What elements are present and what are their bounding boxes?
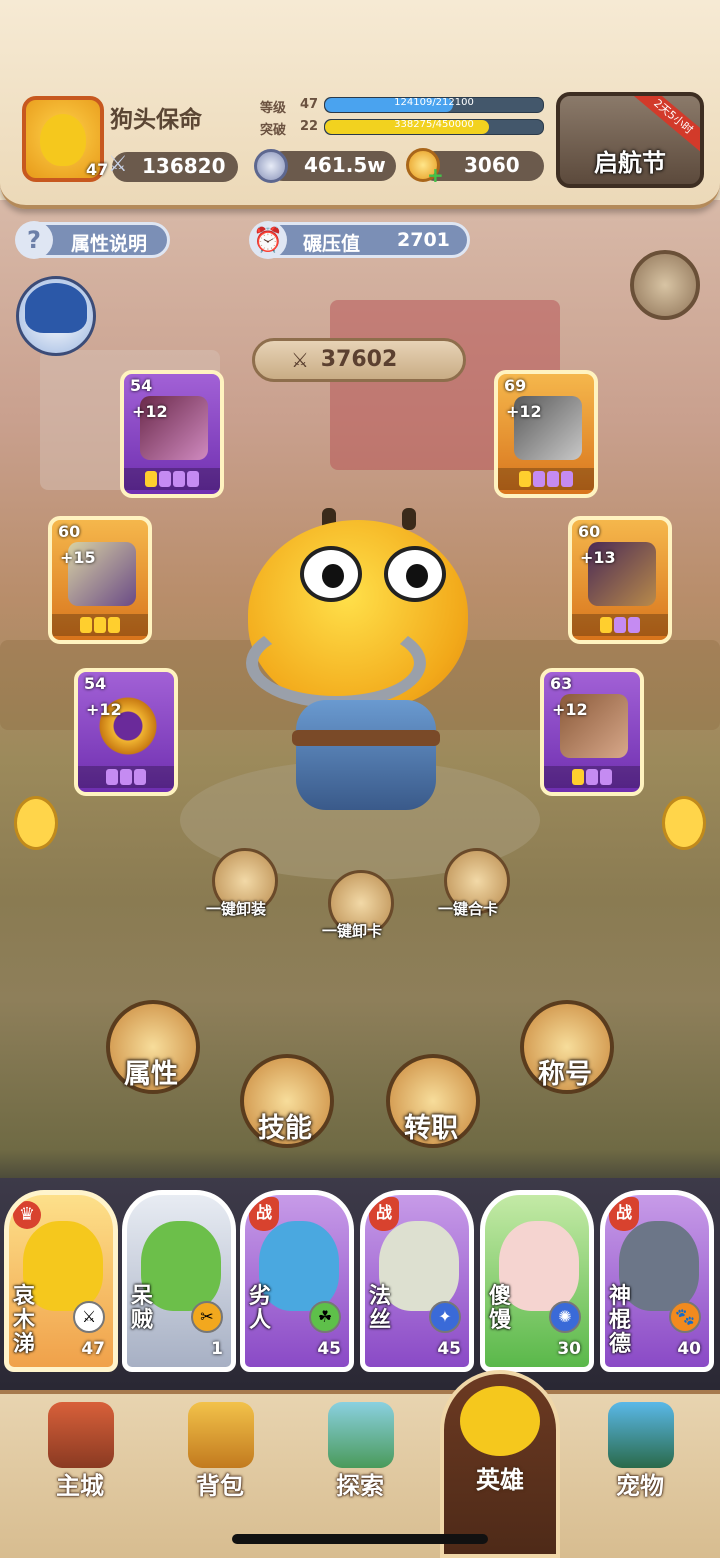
nav-heroes[interactable]: 英雄 [440,1370,560,1558]
hero-belt [292,730,440,746]
hero-card-2[interactable]: 呆贼 ✂ 1 [122,1190,236,1372]
event-banner[interactable]: 2天5小时 启航节 [556,92,704,188]
nav-city[interactable]: 主城 [10,1394,150,1514]
level-exp-bar: 124109/212100 [324,97,544,113]
equip-slot-ring[interactable]: 54 +12 [74,668,178,796]
crown-icon: ♛ [13,1201,41,1229]
level-exp-text: 124109/212100 [394,97,474,108]
player-name: 狗头保命 [110,107,202,133]
hero-hair [25,283,87,333]
player-level: 47 [86,160,109,179]
bottom-nav: 主城 背包 探索 宠物 [0,1390,720,1558]
equip-slot-armor[interactable]: 60 +15 [48,516,152,644]
battle-tag: 战 [609,1197,639,1231]
pet-cauldron-icon [608,1402,674,1468]
hero-character [236,500,486,830]
equip-slot-cloak[interactable]: 60 +13 [568,516,672,644]
break-label: 突破 [260,123,287,138]
equip-slot-weapon[interactable]: 54 +12 [120,370,224,498]
home-indicator [232,1534,488,1544]
game-scene: 47 狗头保命 ⚔ 136820 等级 47 124109/212100 突破 … [0,0,720,1558]
event-label: 启航节 [594,149,666,177]
skills-label: 技能 [258,1113,312,1144]
rank-badge-icon[interactable] [630,250,700,320]
hero-nose-ring [246,618,426,708]
mage-class-icon: ✦ [429,1301,461,1333]
hero-horn-right [402,508,416,530]
avatar-face [40,114,86,166]
side-hero-portrait[interactable] [16,276,96,356]
crossed-swords-icon: ⚔ [108,152,128,177]
nav-explore[interactable]: 探索 [290,1394,430,1514]
level-label: 等级 [260,101,287,116]
titles-label: 称号 [538,1059,592,1090]
hero-head-icon [460,1386,540,1456]
warrior-class-icon: ⚔ [73,1301,105,1333]
player-power: ⚔ 136820 [108,152,238,182]
equip-slot-helmet[interactable]: 69 +12 [494,370,598,498]
crush-value-chip[interactable]: ⏰ 碾压值 2701 [249,221,470,259]
silver-coin-icon [254,149,288,183]
hero-roster: ♛ 哀木涕 ⚔ 47 呆贼 ✂ 1 战 劣人 ☘ 45 战 法丝 ✦ 45 傻馒 [0,1178,720,1390]
unequip-gear-label: 一键卸装 [206,900,267,918]
hunter-class-icon: ☘ [309,1301,341,1333]
hero-card-6[interactable]: 战 神棍德 🐾 40 [600,1190,714,1372]
attributes-label: 属性 [124,1059,178,1090]
hero-eye-left [300,546,362,602]
hero-body [296,700,436,810]
battle-tag: 战 [249,1197,279,1231]
hero-eye-right [384,546,446,602]
nav-bag[interactable]: 背包 [150,1394,290,1514]
backpack-icon [188,1402,254,1468]
hero-card-1[interactable]: ♛ 哀木涕 ⚔ 47 [4,1190,118,1372]
level-value: 47 [300,97,319,112]
break-exp-text: 338275/450000 [394,119,474,130]
paw-class-icon: 🐾 [669,1301,701,1333]
unequip-cards-label: 一键卸卡 [322,922,383,940]
break-exp-bar: 338275/450000 [324,119,544,135]
nav-pets[interactable]: 宠物 [570,1394,710,1514]
next-hero-arrow[interactable] [662,796,706,850]
job-change-label: 转职 [404,1113,458,1144]
map-icon [328,1402,394,1468]
merge-cards-label: 一键合卡 [438,900,499,918]
player-avatar[interactable]: 47 [22,96,108,182]
top-status-bar: 47 狗头保命 ⚔ 136820 等级 47 124109/212100 突破 … [0,0,720,209]
question-icon: ? [15,221,53,259]
priest-class-icon: ✺ [549,1301,581,1333]
plus-icon: + [427,163,444,187]
combat-power: ⚔ 37602 [252,338,466,382]
hero-card-5[interactable]: 傻馒 ✺ 30 [480,1190,594,1372]
attribute-info-button[interactable]: ? 属性说明 [15,221,170,259]
break-value: 22 [300,119,319,134]
prev-hero-arrow[interactable] [14,796,58,850]
helmet-power-icon: ⚔ [291,348,309,372]
hero-card-3[interactable]: 战 劣人 ☘ 45 [240,1190,354,1372]
gold-coin-add-icon[interactable]: + [406,148,444,187]
equip-slot-boots[interactable]: 63 +12 [540,668,644,796]
hero-card-4[interactable]: 战 法丝 ✦ 45 [360,1190,474,1372]
battle-tag: 战 [369,1197,399,1231]
castle-icon [48,1402,114,1468]
rogue-class-icon: ✂ [191,1301,223,1333]
alarm-icon: ⏰ [249,221,287,259]
